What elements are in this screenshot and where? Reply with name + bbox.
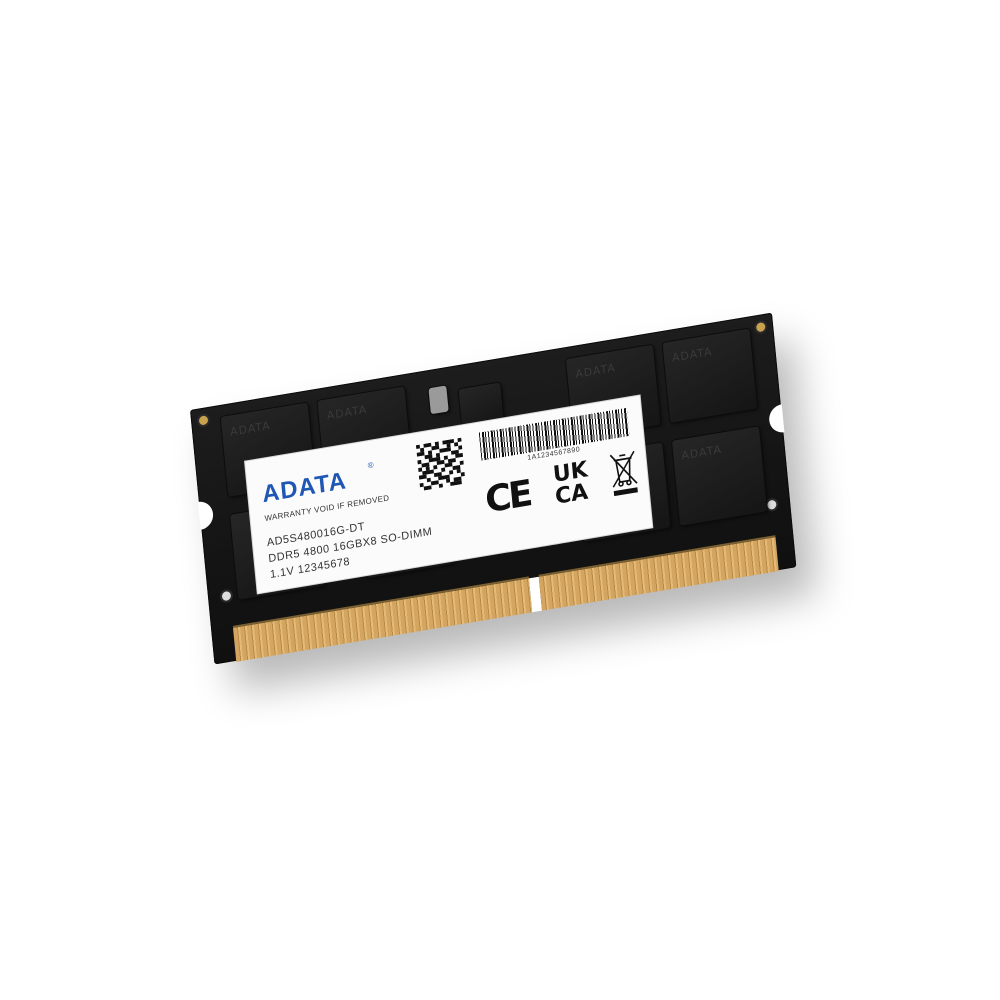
side-notch-right (767, 404, 785, 435)
mounting-hole (198, 415, 209, 426)
qr-code-icon (415, 437, 466, 492)
mounting-hole (766, 499, 777, 510)
registered-mark: ® (367, 460, 375, 471)
ce-mark-icon: CE (483, 473, 532, 522)
mounting-hole (755, 321, 766, 333)
ram-module: ADATA ADATA ADATA ADATA ADATA ADATA ® WA… (190, 312, 797, 709)
side-notch-left (197, 499, 215, 530)
ukca-mark-icon: UK CA (551, 457, 590, 510)
mounting-hole (221, 590, 232, 602)
memory-chip: ADATA (672, 426, 767, 526)
pcb-board: ADATA ADATA ADATA ADATA ADATA ADATA ® WA… (190, 312, 797, 665)
weee-bin-icon (609, 450, 638, 497)
gold-contacts-right (538, 535, 779, 611)
memory-chip: ADATA (662, 328, 758, 423)
product-photo: ADATA ADATA ADATA ADATA ADATA ADATA ® WA… (0, 0, 1000, 1000)
inductor (428, 385, 449, 415)
